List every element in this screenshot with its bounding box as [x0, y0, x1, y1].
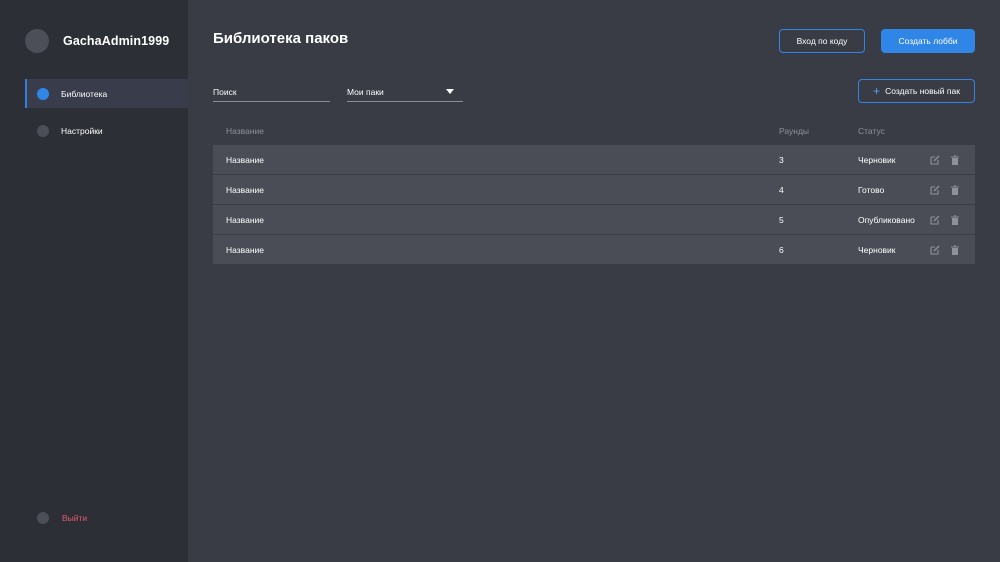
- sidebar-item-settings[interactable]: Настройки: [25, 116, 188, 145]
- create-new-pack-label: Создать новый пак: [885, 86, 960, 96]
- pack-filter-select[interactable]: Мои паки: [347, 82, 463, 102]
- pack-rounds: 6: [779, 245, 784, 255]
- logout-button[interactable]: Выйти: [37, 512, 87, 524]
- create-lobby-button[interactable]: Создать лобби: [881, 29, 975, 53]
- column-header-rounds: Раунды: [779, 126, 810, 136]
- column-header-status: Статус: [858, 126, 885, 136]
- table-header: Название Раунды Статус: [213, 117, 975, 145]
- library-dot-icon: [37, 87, 49, 100]
- pack-status: Опубликовано: [858, 215, 915, 225]
- sidebar: GachaAdmin1999 Библиотека Настройки Выйт…: [0, 0, 188, 562]
- column-header-name: Название: [226, 126, 264, 136]
- plus-icon: +: [873, 84, 881, 98]
- pack-name: Название: [226, 215, 264, 225]
- table-row[interactable]: Название 5 Опубликовано: [213, 205, 975, 235]
- packs-table: Название Раунды Статус Название 3 Чернов…: [213, 117, 975, 264]
- pack-name: Название: [226, 185, 264, 195]
- trash-icon[interactable]: [949, 154, 960, 165]
- trash-icon[interactable]: [949, 244, 960, 255]
- sidebar-item-library[interactable]: Библиотека: [25, 79, 188, 108]
- sidebar-nav: Библиотека Настройки: [25, 79, 188, 153]
- table-row[interactable]: Название 6 Черновик: [213, 235, 975, 264]
- logout-label: Выйти: [62, 513, 88, 523]
- row-actions: [929, 184, 960, 195]
- pack-rounds: 3: [779, 155, 784, 165]
- trash-icon[interactable]: [949, 184, 960, 195]
- search-field: [213, 82, 330, 102]
- user-profile: GachaAdmin1999: [25, 29, 169, 53]
- pack-name: Название: [226, 245, 264, 255]
- edit-icon[interactable]: [929, 184, 940, 195]
- search-input[interactable]: [213, 82, 330, 102]
- row-actions: [929, 154, 960, 165]
- row-actions: [929, 244, 960, 255]
- row-actions: [929, 214, 960, 225]
- pack-status: Готово: [858, 185, 885, 195]
- sidebar-item-label: Библиотека: [61, 88, 108, 99]
- pack-rounds: 5: [779, 215, 784, 225]
- pack-status: Черновик: [858, 155, 896, 165]
- create-new-pack-button[interactable]: + Создать новый пак: [858, 79, 975, 103]
- page-title: Библиотека паков: [213, 30, 349, 47]
- pack-rounds: 4: [779, 185, 784, 195]
- trash-icon[interactable]: [949, 214, 960, 225]
- pack-name: Название: [226, 155, 264, 165]
- username: GachaAdmin1999: [63, 34, 170, 48]
- table-row[interactable]: Название 3 Черновик: [213, 145, 975, 175]
- table-row[interactable]: Название 4 Готово: [213, 175, 975, 205]
- settings-dot-icon: [37, 124, 49, 137]
- table-body: Название 3 Черновик Название 4 Готово На…: [213, 145, 975, 264]
- join-by-code-button[interactable]: Вход по коду: [779, 29, 865, 53]
- logout-dot-icon: [37, 512, 49, 524]
- edit-icon[interactable]: [929, 244, 940, 255]
- caret-down-icon: [446, 89, 454, 94]
- sidebar-item-label: Настройки: [61, 125, 103, 136]
- edit-icon[interactable]: [929, 214, 940, 225]
- avatar: [25, 29, 49, 53]
- pack-status: Черновик: [858, 245, 896, 255]
- pack-filter-value: Мои паки: [347, 86, 384, 97]
- app: GachaAdmin1999 Библиотека Настройки Выйт…: [0, 0, 1000, 562]
- edit-icon[interactable]: [929, 154, 940, 165]
